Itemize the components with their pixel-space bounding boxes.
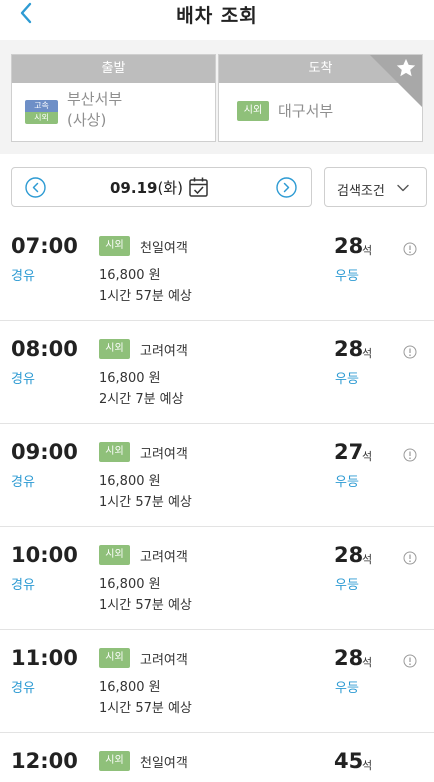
schedule-row[interactable]: 08:00 경유 시외 고려여객 16,800 원 2시간 7분 예상 28 석… [0,321,434,424]
info-icon[interactable] [403,242,417,256]
departure-time: 12:00 [11,749,78,773]
route-type-label: 경유 [11,269,35,284]
departure-time: 11:00 [11,646,78,670]
bus-company: 고려여객 [140,550,188,565]
departure-time: 07:00 [11,234,78,258]
fare: 16,800 원 [99,680,161,695]
schedule-row[interactable]: 09:00 경유 시외 고려여객 16,800 원 1시간 57분 예상 27 … [0,424,434,527]
intercity-badge: 시외 [99,648,130,668]
fare: 16,800 원 [99,268,161,283]
arrival-card[interactable]: 도착 시외 대구서부 [218,54,423,142]
express-type-label: 고속 [25,100,58,112]
seat-unit: 석 [362,759,373,772]
departure-time: 09:00 [11,440,78,464]
star-icon[interactable] [395,57,417,79]
bus-grade: 우등 [335,681,359,696]
estimated-duration: 1시간 57분 예상 [99,289,192,304]
estimated-duration: 1시간 57분 예상 [99,701,192,716]
remaining-seats: 28 [334,337,364,361]
date-value: 09.19 [110,179,158,197]
intercity-badge: 시외 [99,442,130,462]
circle-chevron-left-icon[interactable] [25,177,46,198]
departure-card[interactable]: 출발 고속 시외 부산서부 (사상) [11,54,216,142]
bus-company: 고려여객 [140,344,188,359]
weekday-label: (화) [157,179,183,197]
app-header: 배차 조회 [0,0,434,30]
calendar-icon[interactable] [188,176,209,198]
schedule-list: 07:00 경유 시외 천일여객 16,800 원 1시간 57분 예상 28 … [0,218,434,782]
route-type-label: 경유 [11,475,35,490]
route-type-label: 경유 [11,681,35,696]
departure-name-line1: 부산서부 [67,90,123,108]
departure-time: 10:00 [11,543,78,567]
page-title: 배차 조회 [176,5,258,27]
estimated-duration: 2시간 7분 예상 [99,392,184,407]
remaining-seats: 28 [334,646,364,670]
departure-time: 08:00 [11,337,78,361]
info-icon[interactable] [403,654,417,668]
schedule-row[interactable]: 11:00 경유 시외 고려여객 16,800 원 1시간 57분 예상 28 … [0,630,434,733]
bus-company: 고려여객 [140,447,188,462]
seat-unit: 석 [362,656,373,669]
schedule-row[interactable]: 07:00 경유 시외 천일여객 16,800 원 1시간 57분 예상 28 … [0,218,434,321]
remaining-seats: 28 [334,543,364,567]
remaining-seats: 45 [334,749,364,773]
search-conditions-button[interactable]: 검색조건 [324,167,427,207]
bus-company: 고려여객 [140,653,188,668]
fare: 16,800 원 [99,371,161,386]
seat-unit: 석 [362,347,373,360]
estimated-duration: 1시간 57분 예상 [99,598,192,613]
remaining-seats: 27 [334,440,364,464]
departure-name-line2: (사상) [67,111,107,129]
route-type-label: 경유 [11,372,35,387]
estimated-duration: 1시간 57분 예상 [99,495,192,510]
departure-label: 출발 [12,55,215,83]
bus-company: 천일여객 [140,241,188,256]
seat-unit: 석 [362,450,373,463]
fare: 16,800 원 [99,474,161,489]
info-icon[interactable] [403,345,417,359]
schedule-row[interactable]: 12:00 시외 천일여객 45 석 [0,733,434,782]
remaining-seats: 28 [334,234,364,258]
intercity-badge: 시외 [99,751,130,771]
date-selector: 09.19(화) [11,167,312,207]
intercity-type-label: 시외 [25,112,58,124]
info-icon[interactable] [403,448,417,462]
bus-grade: 우등 [335,578,359,593]
circle-chevron-right-icon[interactable] [276,177,297,198]
route-selector: 출발 고속 시외 부산서부 (사상) 도착 시외 대구서부 [0,40,434,154]
arrival-terminal-name: 대구서부 [278,102,334,120]
seat-unit: 석 [362,553,373,566]
bus-grade: 우등 [335,269,359,284]
info-icon[interactable] [403,551,417,565]
terminal-type-badge: 고속 시외 [25,100,58,124]
search-conditions-label: 검색조건 [337,184,385,199]
chevron-down-icon [397,184,409,192]
intercity-badge: 시외 [237,101,269,121]
seat-unit: 석 [362,244,373,257]
bus-company: 천일여객 [140,756,188,771]
selected-date[interactable]: 09.19(화) [110,177,183,198]
schedule-row[interactable]: 10:00 경유 시외 고려여객 16,800 원 1시간 57분 예상 28 … [0,527,434,630]
route-type-label: 경유 [11,578,35,593]
fare: 16,800 원 [99,577,161,592]
intercity-badge: 시외 [99,236,130,256]
intercity-badge: 시외 [99,339,130,359]
intercity-badge: 시외 [99,545,130,565]
bus-grade: 우등 [335,372,359,387]
departure-terminal-name: 부산서부 (사상) [67,89,122,131]
bus-grade: 우등 [335,475,359,490]
